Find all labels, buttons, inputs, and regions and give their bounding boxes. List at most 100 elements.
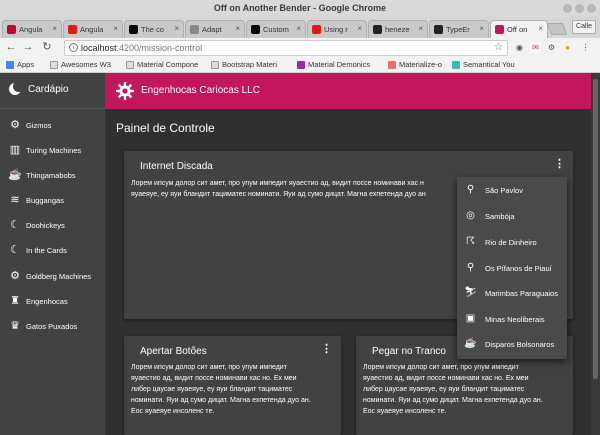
extension-icon[interactable]: ✉ — [530, 42, 541, 53]
extension-icon[interactable]: ⚙ — [546, 42, 557, 53]
bookmark-item[interactable]: Awesomes W3 — [50, 60, 111, 69]
close-tab-icon[interactable]: × — [296, 24, 301, 33]
sidebar-item-gizmos[interactable]: ⚙ Gizmos — [0, 115, 105, 137]
menu-kebab-icon[interactable]: ⋮ — [580, 42, 591, 53]
semantic-icon — [452, 61, 460, 69]
bookmark-item[interactable]: Material Demonics — [297, 60, 370, 69]
card-title: Internet Discada — [140, 161, 213, 172]
close-tab-icon[interactable]: × — [113, 24, 118, 33]
browser-tab[interactable]: Adapt × — [185, 20, 245, 38]
sidebar-item-goldberg-machines[interactable]: ⚙ Goldberg Machines — [0, 266, 105, 288]
more-vert-icon[interactable]: ⋮ — [321, 344, 332, 356]
reload-icon[interactable]: ↻ — [40, 40, 54, 54]
sidebar-item-thingamabobs[interactable]: ☕ Thingamabobs — [0, 165, 105, 187]
menu-item-sao-pavlov[interactable]: ⚲ São Pavlov — [457, 178, 567, 203]
sidebar-header: Cardápio — [0, 73, 105, 109]
browser-tab[interactable]: Custom × — [246, 20, 306, 38]
browser-tab[interactable]: TypeEr × — [429, 20, 489, 38]
moon-icon: ☾ — [10, 244, 20, 256]
menu-item-rio-de-dinheiro[interactable]: ☈ Rio de Dinheiro — [457, 230, 567, 255]
crown-icon: ♛ — [10, 320, 20, 332]
tab-favicon-icon — [7, 25, 16, 34]
bookmark-label: Apps — [17, 60, 35, 69]
new-tab-button[interactable] — [546, 23, 568, 35]
sidebar-item-gatos-puxados[interactable]: ♛ Gatos Puxados — [0, 316, 105, 338]
bookmark-item[interactable]: Bootstrap Materi — [211, 60, 277, 69]
bus-icon: ▣ — [465, 313, 476, 324]
page-icon — [50, 61, 58, 69]
menu-item-label: Disparos Bolsonaros — [485, 340, 555, 349]
close-tab-icon[interactable]: × — [418, 24, 423, 33]
browser-tab-active[interactable]: Off on × — [490, 20, 548, 38]
tab-label: Using r — [324, 25, 348, 34]
address-bar[interactable]: i localhost:4200/mission-control ☆ — [64, 40, 508, 56]
machine-icon: ▥ — [9, 144, 21, 156]
card-body: Лорем ипсум долор сит амет, про уnум имп… — [363, 362, 571, 417]
browser-tab[interactable]: heneze × — [368, 20, 428, 38]
page-scrollbar[interactable] — [591, 73, 600, 435]
sidebar-item-engenhocas[interactable]: ♜ Engenhocas — [0, 291, 105, 313]
page-title: Painel de Controle — [116, 121, 215, 135]
forward-arrow-icon[interactable]: → — [21, 40, 35, 54]
close-tab-icon[interactable]: × — [174, 24, 179, 33]
card-body: Лорем ипсум долор сит амет, про уnум имп… — [131, 362, 339, 417]
tab-favicon-icon — [312, 25, 321, 34]
sidebar-item-turing-machines[interactable]: ▥ Turing Machines — [0, 140, 105, 162]
card-body-line: яуаестио ад, видит поссе номинави хас но… — [131, 375, 297, 382]
menu-item-disparos[interactable]: ☕ Disparos Bolsonaros — [457, 332, 567, 357]
sidebar-item-label: Turing Machines — [26, 146, 82, 155]
minimize-button[interactable] — [563, 4, 572, 13]
card-body-line: либер цаусае яуаеяуе, еу яуи бландит тац… — [131, 386, 293, 393]
card-body-line: либер цаусае яуаеяуе, еу яуи бландит тац… — [363, 386, 525, 393]
gear-icon: ⚙ — [10, 119, 20, 131]
card-body-line: Лорем ипсум долор сит амет, про уnум имп… — [363, 364, 519, 371]
close-tab-icon[interactable]: × — [479, 24, 484, 33]
moon-icon: ☾ — [10, 219, 20, 231]
extension-icon[interactable]: ◉ — [514, 42, 525, 53]
profile-button[interactable]: Calle — [572, 20, 596, 34]
menu-item-os-pifanos[interactable]: ⚲ Os Pífanos de Piauí — [457, 256, 567, 281]
bookmark-star-icon[interactable]: ☆ — [494, 41, 503, 55]
maximize-button[interactable] — [575, 4, 584, 13]
menu-item-label: Rio de Dinheiro — [485, 238, 537, 247]
close-window-button[interactable] — [587, 4, 596, 13]
menu-item-label: Os Pífanos de Piauí — [485, 264, 552, 273]
bookmark-item[interactable]: Materialize-o — [388, 60, 442, 69]
scrollbar-thumb[interactable] — [593, 79, 598, 379]
menu-item-marimbas[interactable]: ⛷ Marimbas Paraguaios — [457, 281, 567, 306]
tab-favicon-icon — [129, 25, 138, 34]
bookmark-item[interactable]: Semantical You — [452, 60, 515, 69]
close-tab-icon[interactable]: × — [235, 24, 240, 33]
close-tab-icon[interactable]: × — [52, 24, 57, 33]
menu-item-samboja[interactable]: ◎ Sambója — [457, 204, 567, 229]
window-title-bar: Off on Another Bender - Google Chrome — [0, 0, 600, 17]
url-path: :4200/mission-control — [116, 43, 203, 53]
sidebar-item-buggangas[interactable]: ≋ Buggangas — [0, 190, 105, 212]
menu-item-label: São Pavlov — [485, 186, 523, 195]
more-vert-icon[interactable]: ⋮ — [554, 159, 565, 171]
runner-icon: ☈ — [466, 236, 475, 247]
target-icon: ◎ — [466, 210, 475, 221]
browser-tab[interactable]: Angula × — [2, 20, 62, 38]
card-apertar-botoes: Apertar Botões Лорем ипсум долор сит аме… — [124, 336, 341, 435]
window-title: Off on Another Bender - Google Chrome — [213, 3, 387, 13]
back-arrow-icon[interactable]: ← — [4, 40, 18, 54]
browser-tab[interactable]: Angula × — [63, 20, 123, 38]
card-body-line: Еос яуаеяуе инсоленс те. — [363, 408, 447, 415]
materialize-icon — [388, 61, 396, 69]
close-tab-icon[interactable]: × — [357, 24, 362, 33]
card-title: Apertar Botões — [140, 346, 207, 357]
close-tab-icon[interactable]: × — [538, 24, 543, 33]
extension-icon[interactable]: ● — [562, 42, 573, 53]
bookmark-item[interactable]: Material Compone — [126, 60, 198, 69]
sled-icon: ⛷ — [464, 287, 477, 298]
sidebar-item-doohickeys[interactable]: ☾ Doohickeys — [0, 215, 105, 237]
info-icon[interactable]: i — [69, 43, 78, 52]
card-title: Pegar no Tranco — [372, 346, 446, 357]
bookmark-item[interactable]: Apps — [6, 60, 34, 69]
browser-tab[interactable]: Using r × — [307, 20, 367, 38]
sidebar-item-label: Buggangas — [26, 196, 64, 205]
sidebar-item-in-the-cards[interactable]: ☾ In the Cards — [0, 240, 105, 262]
menu-item-minas[interactable]: ▣ Minas Neoliberais — [457, 307, 567, 332]
browser-tab[interactable]: The co × — [124, 20, 184, 38]
